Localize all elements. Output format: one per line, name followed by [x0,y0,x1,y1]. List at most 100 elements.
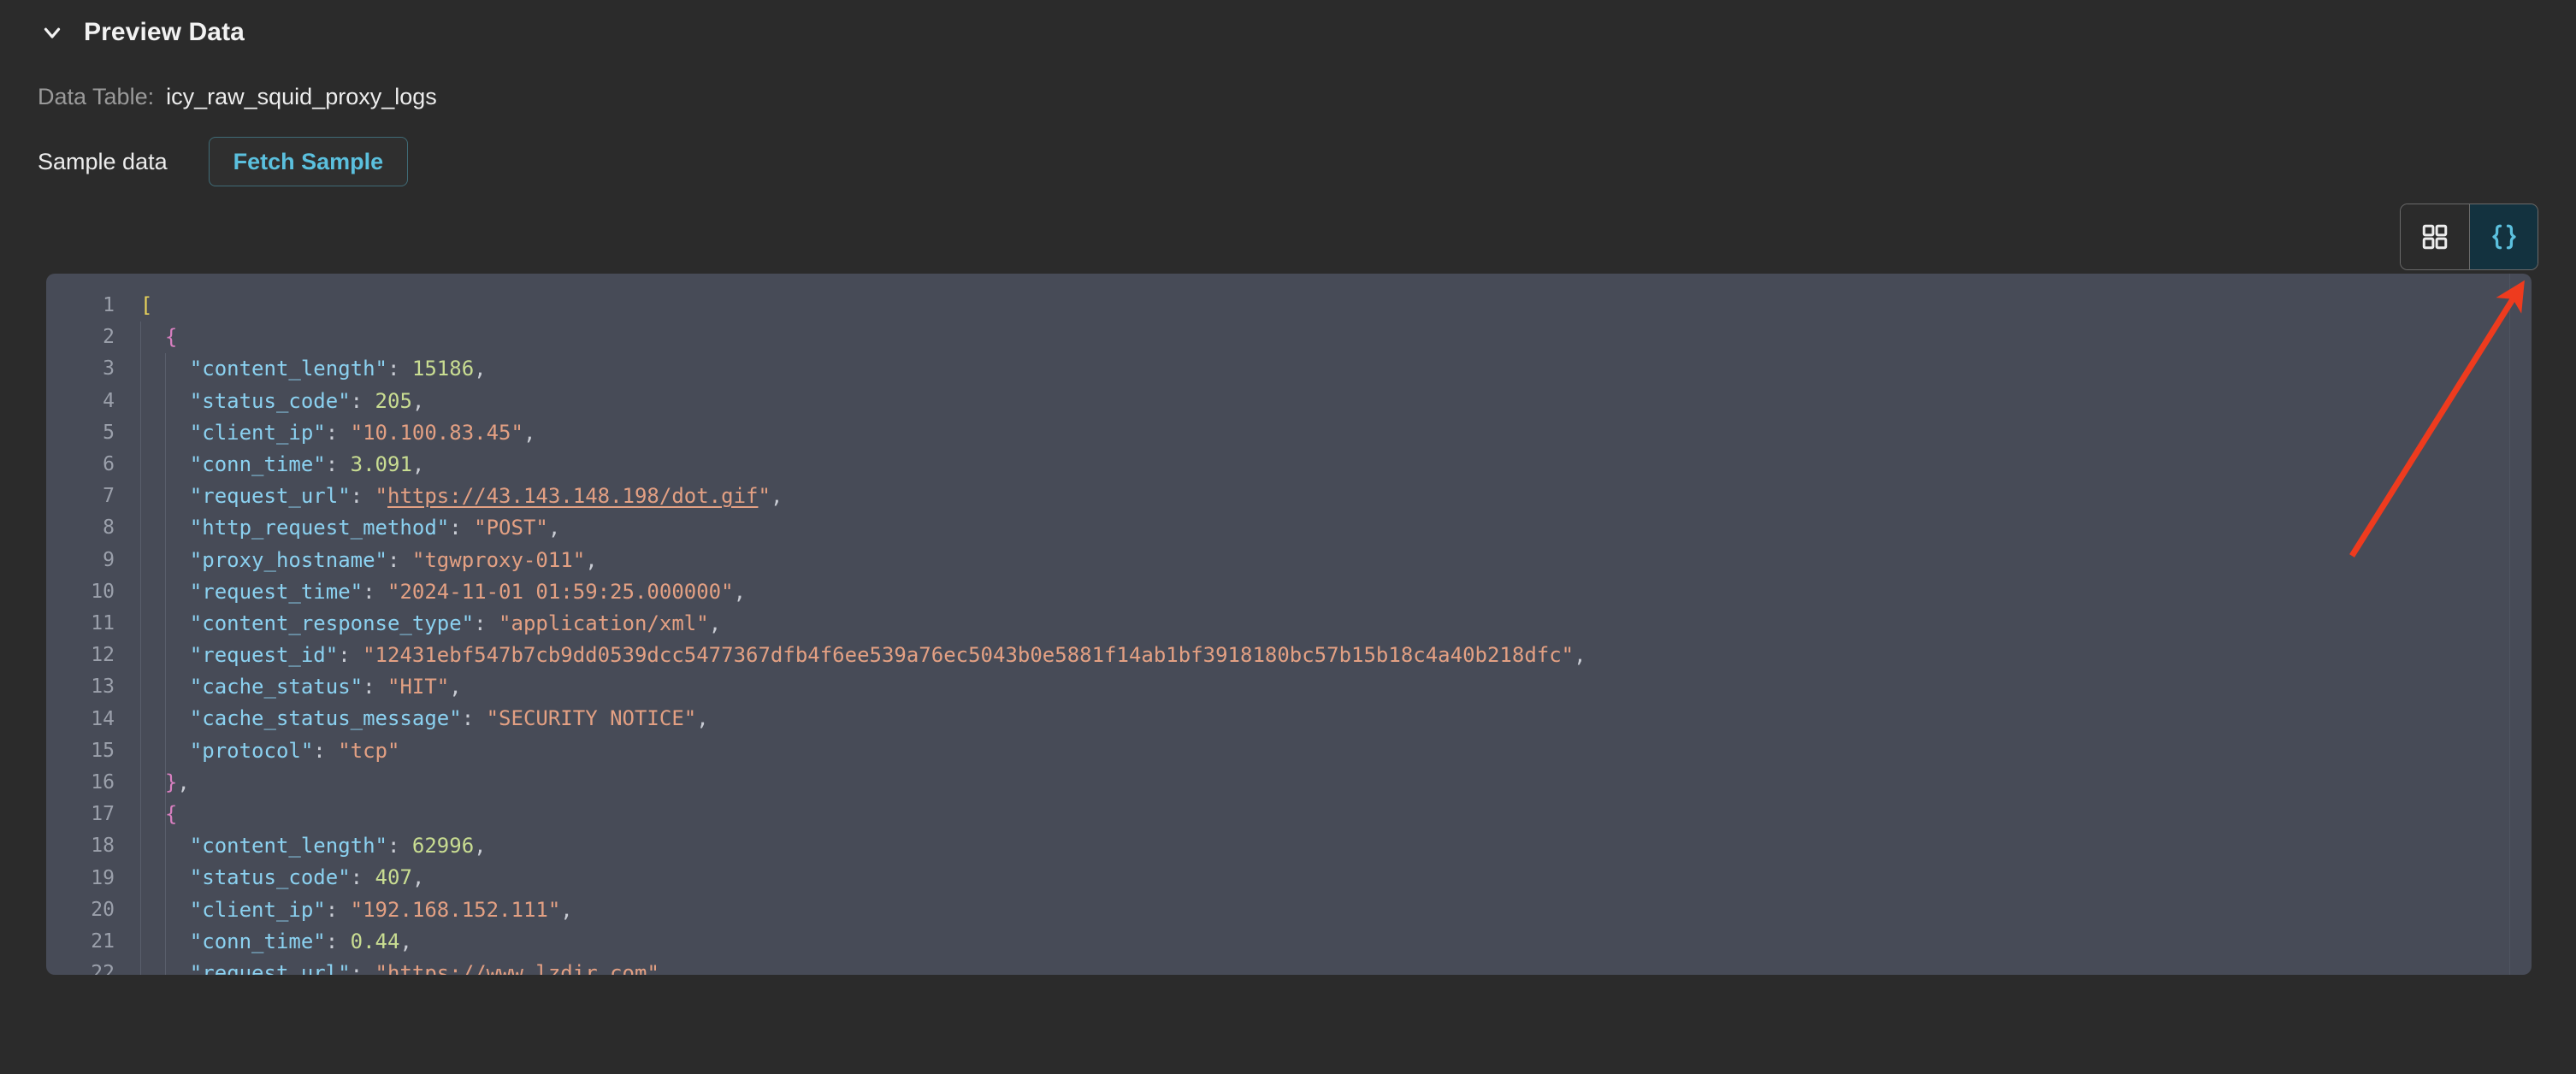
code-token: "client_ip" [189,897,326,922]
line-number: 21 [91,930,115,953]
code-token: "http_request_method" [189,516,450,540]
line-number: 15 [91,739,115,762]
code-line: "client_ip": "10.100.83.45", [140,417,2532,449]
code-token: 0.44 [350,929,400,953]
code-token: "status_code" [189,388,351,413]
code-token: " [375,484,387,509]
code-line: "request_url": "https://www.lzdir.com", [140,958,2532,975]
code-token: "protocol" [189,738,314,763]
code-line: "content_response_type": "application/xm… [140,608,2532,640]
line-number: 20 [91,898,115,921]
data-table-row: Data Table: icy_raw_squid_proxy_logs [0,72,2576,121]
code-line: "request_id": "12431ebf547b7cb9dd0539dcc… [140,640,2532,671]
code-token: "request_id" [189,643,339,668]
sample-data-label: Sample data [38,149,168,174]
json-code-content[interactable]: [ { "content_length": 15186, "status_cod… [128,290,2532,975]
code-token: { [164,325,178,350]
line-number: 4 [103,389,115,412]
sample-data-row: Sample data Fetch Sample [0,132,2576,192]
code-token: "192.168.152.111" [350,897,561,922]
code-token: , [449,675,462,699]
code-line: { [140,322,2532,353]
code-token: : [363,675,387,699]
preview-data-section-header[interactable]: Preview Data [0,0,2576,53]
code-token: { [164,802,178,826]
code-token: , [523,420,536,445]
code-token: , [399,929,412,953]
line-number: 11 [91,612,115,635]
code-token: "2024-11-01 01:59:25.000000" [387,579,734,604]
data-table-label: Data Table: [38,84,155,109]
code-token: "client_ip" [189,420,326,445]
code-token: [ [140,293,153,317]
code-token: 205 [375,388,412,413]
code-token: "cache_status" [189,675,363,699]
code-token: : [474,611,499,635]
code-line: "status_code": 205, [140,386,2532,417]
code-token[interactable]: https://43.143.148.198/dot.gif [387,484,758,508]
code-line: "protocol": "tcp" [140,735,2532,767]
indent-guide [140,322,141,975]
code-token: , [1574,643,1586,668]
line-number: 9 [103,548,115,571]
line-number: 7 [103,485,115,508]
code-token: "request_url" [189,960,351,975]
line-number: 5 [103,421,115,444]
line-number: 8 [103,516,115,540]
line-number: 17 [91,803,115,826]
code-token: "request_url" [189,484,351,509]
line-number: 19 [91,866,115,889]
code-token: : [449,516,475,540]
code-token: , [411,865,425,890]
code-token: " [647,960,659,975]
code-token: 15186 [411,357,475,381]
code-token: "10.100.83.45" [350,420,523,445]
data-table-value: icy_raw_squid_proxy_logs [166,84,437,109]
line-number: 16 [91,771,115,794]
code-line: "content_length": 15186, [140,353,2532,385]
code-token: : [387,357,412,381]
code-line: "cache_status_message": "SECURITY NOTICE… [140,703,2532,735]
code-token: , [411,388,425,413]
code-token: , [585,547,598,572]
json-preview-code-block[interactable]: 1 2 3 4 5 6 7 8 9 10 11 12 13 14 15 16 17 18 19 20 21 22 [ { … [46,274,2532,975]
code-token: : [325,420,351,445]
code-token[interactable]: https://www.lzdir.com [387,961,647,975]
code-line: "cache_status": "HIT", [140,671,2532,703]
code-token: : [313,738,339,763]
view-toggle-group [2400,204,2538,270]
code-token: } [164,770,178,794]
code-line: "client_ip": "192.168.152.111", [140,894,2532,926]
line-number-gutter: 1 2 3 4 5 6 7 8 9 10 11 12 13 14 15 16 17 18 19 20 21 22 [46,290,128,975]
indent-guide [164,353,166,975]
code-token: "content_length" [189,357,387,381]
code-token: , [659,960,672,975]
line-number: 18 [91,835,115,858]
code-line: "conn_time": 0.44, [140,926,2532,958]
code-token: "12431ebf547b7cb9dd0539dcc5477367dfb4f6e… [363,643,1575,668]
code-token: "POST" [474,516,548,540]
grid-view-toggle-button[interactable] [2401,204,2469,269]
code-token: "conn_time" [189,451,326,476]
code-token: , [411,451,425,476]
line-number: 6 [103,453,115,476]
grid-view-icon [2420,222,2449,251]
code-token: , [708,611,722,635]
code-token: "content_response_type" [189,611,475,635]
code-vertical-scrollbar[interactable] [2509,274,2532,975]
chevron-down-icon[interactable] [38,18,67,47]
code-token: : [363,579,387,604]
line-number: 2 [103,326,115,349]
line-number: 3 [103,357,115,381]
code-token: "cache_status_message" [189,706,462,731]
code-token: : [325,929,351,953]
fetch-sample-button[interactable]: Fetch Sample [208,137,409,186]
json-view-toggle-button[interactable] [2469,204,2538,269]
code-token: " [758,484,771,509]
code-token: "request_time" [189,579,363,604]
line-number: 1 [103,294,115,316]
code-token: "tgwproxy-011" [411,547,586,572]
code-token: , [474,834,487,859]
page-title: Preview Data [84,18,245,46]
code-line: }, [140,767,2532,799]
